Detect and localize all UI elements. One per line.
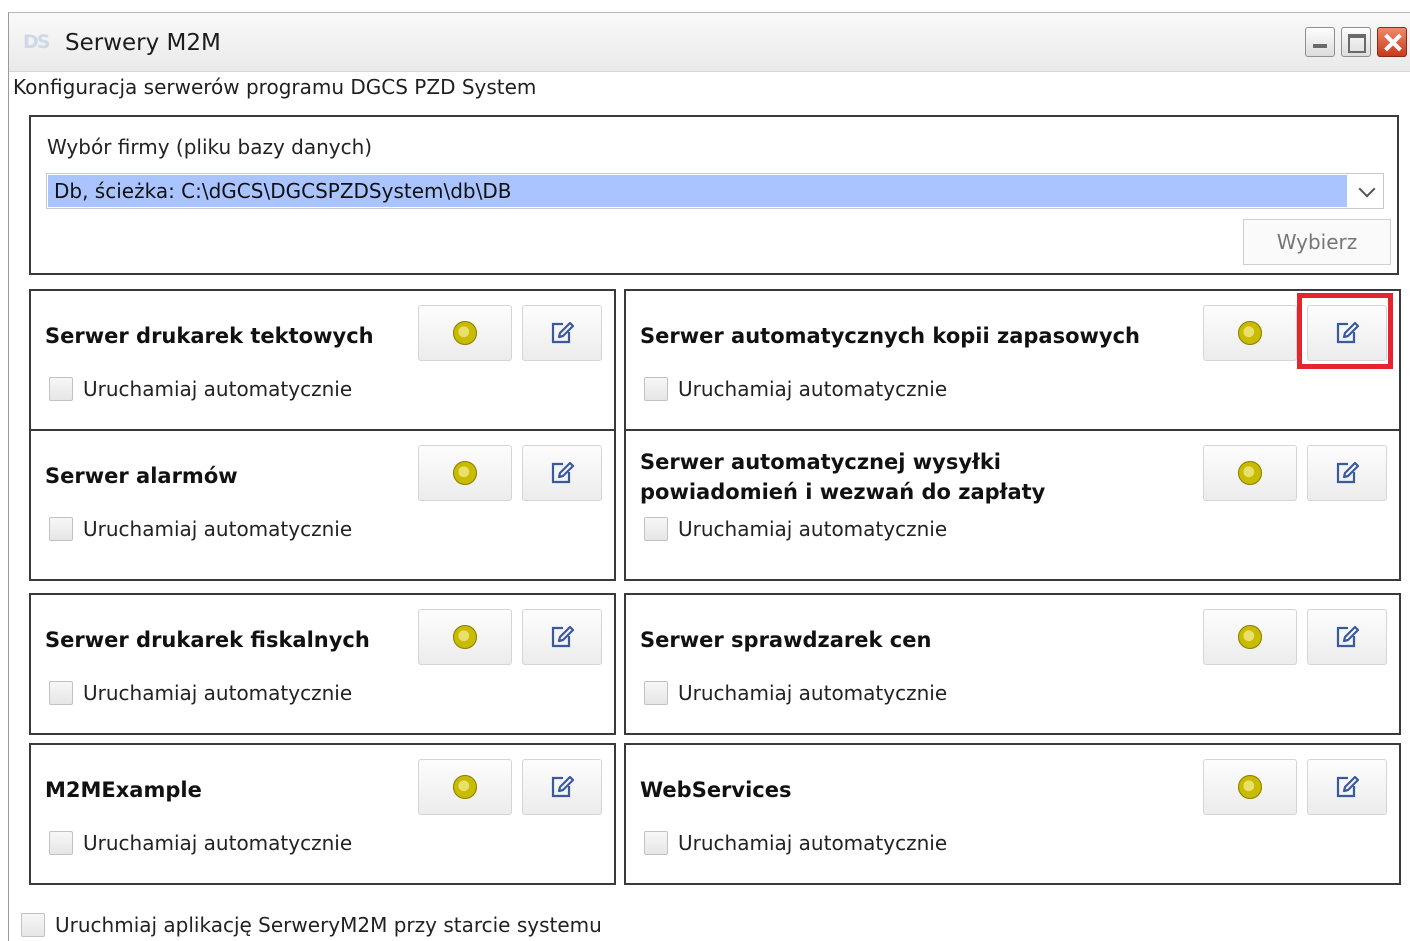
auto-start-label: Uruchamiaj automatycznie — [678, 377, 948, 401]
autostart-row: Uruchmiaj aplikację SerweryM2M przy star… — [21, 913, 602, 937]
start-server-button[interactable] — [418, 609, 512, 665]
start-server-button[interactable] — [418, 445, 512, 501]
auto-start-label: Uruchamiaj automatycznie — [83, 681, 353, 705]
auto-start-row: Uruchamiaj automatycznie — [644, 681, 947, 705]
start-server-button[interactable] — [418, 305, 512, 361]
server-title: Serwer alarmów — [45, 464, 238, 488]
auto-start-label: Uruchamiaj automatycznie — [678, 831, 948, 855]
auto-start-checkbox[interactable] — [644, 377, 668, 401]
server-panel: Serwer automatycznej wysyłki powiadomień… — [624, 429, 1401, 581]
edit-server-button[interactable] — [1307, 445, 1387, 501]
auto-start-row: Uruchamiaj automatycznie — [49, 517, 352, 541]
yellow-dot-icon — [453, 625, 477, 649]
auto-start-row: Uruchamiaj automatycznie — [49, 681, 352, 705]
minimize-button[interactable] — [1305, 27, 1335, 57]
edit-pencil-icon — [1336, 625, 1360, 648]
yellow-dot-icon — [1238, 461, 1262, 485]
edit-pencil-icon — [551, 321, 575, 344]
choose-button[interactable]: Wybierz — [1243, 219, 1391, 265]
auto-start-label: Uruchamiaj automatycznie — [83, 517, 353, 541]
auto-start-checkbox[interactable] — [49, 831, 73, 855]
edit-server-button[interactable] — [1307, 609, 1387, 665]
company-select-value: Db, ścieżka: C:\dGCS\DGCSPZDSystem\db\DB — [48, 175, 1347, 207]
edit-pencil-icon — [551, 775, 575, 798]
server-title: Serwer automatycznej wysyłki powiadomień… — [640, 450, 1046, 504]
yellow-dot-icon — [1238, 625, 1262, 649]
server-panel: Serwer sprawdzarek cen Uruchamiaj automat… — [624, 593, 1401, 735]
close-button[interactable] — [1377, 27, 1407, 57]
yellow-dot-icon — [453, 775, 477, 799]
auto-start-checkbox[interactable] — [49, 681, 73, 705]
auto-start-checkbox[interactable] — [644, 517, 668, 541]
server-panel: M2MExample Uruchamiaj automatycznie — [29, 743, 616, 885]
auto-start-row: Uruchamiaj automatycznie — [644, 377, 947, 401]
auto-start-checkbox[interactable] — [49, 377, 73, 401]
server-title: Serwer drukarek fiskalnych — [45, 628, 370, 652]
yellow-dot-icon — [453, 321, 477, 345]
edit-pencil-icon — [551, 625, 575, 648]
yellow-dot-icon — [1238, 775, 1262, 799]
auto-start-label: Uruchamiaj automatycznie — [678, 681, 948, 705]
server-title: Serwer sprawdzarek cen — [640, 628, 932, 652]
window-subtitle: Konfiguracja serwerów programu DGCS PZD … — [13, 75, 537, 99]
title-bar[interactable]: DS Serwery M2M — [9, 13, 1410, 72]
autostart-checkbox[interactable] — [21, 913, 45, 937]
edit-server-button[interactable] — [522, 305, 602, 361]
start-server-button[interactable] — [1203, 305, 1297, 361]
server-title: Serwer drukarek tektowych — [45, 324, 374, 348]
server-title: M2MExample — [45, 778, 202, 802]
start-server-button[interactable] — [418, 759, 512, 815]
company-picker-label: Wybór firmy (pliku bazy danych) — [47, 135, 373, 159]
yellow-dot-icon — [1238, 321, 1262, 345]
window-controls — [1305, 27, 1407, 57]
auto-start-label: Uruchamiaj automatycznie — [83, 377, 353, 401]
auto-start-row: Uruchamiaj automatycznie — [644, 831, 947, 855]
auto-start-checkbox[interactable] — [49, 517, 73, 541]
app-logo-icon: DS — [23, 31, 50, 53]
server-panel: Serwer alarmów Uruchamiaj automatycznie — [29, 429, 616, 581]
server-title: WebServices — [640, 778, 792, 802]
edit-server-button[interactable] — [522, 445, 602, 501]
yellow-dot-icon — [453, 461, 477, 485]
auto-start-label: Uruchamiaj automatycznie — [678, 517, 948, 541]
server-panel: Serwer drukarek fiskalnych Uruchamiaj aut… — [29, 593, 616, 735]
start-server-button[interactable] — [1203, 609, 1297, 665]
company-picker-group: Wybór firmy (pliku bazy danych) Db, ście… — [29, 115, 1399, 275]
maximize-button[interactable] — [1341, 27, 1371, 57]
window-title: Serwery M2M — [65, 30, 221, 56]
edit-server-button[interactable] — [1307, 759, 1387, 815]
start-server-button[interactable] — [1203, 445, 1297, 501]
edit-pencil-icon — [1336, 775, 1360, 798]
edit-server-button[interactable] — [522, 609, 602, 665]
edit-server-button[interactable] — [522, 759, 602, 815]
edit-pencil-icon — [1336, 461, 1360, 484]
server-panel: Serwer automatycznych kopii zapasowych Ur… — [624, 289, 1401, 431]
highlight-frame — [1297, 293, 1393, 369]
server-panel: WebServices Uruchamiaj automatycznie — [624, 743, 1401, 885]
auto-start-row: Uruchamiaj automatycznie — [49, 377, 352, 401]
start-server-button[interactable] — [1203, 759, 1297, 815]
edit-pencil-icon — [551, 461, 575, 484]
autostart-label: Uruchmiaj aplikację SerweryM2M przy star… — [55, 913, 602, 937]
auto-start-checkbox[interactable] — [644, 831, 668, 855]
servers-window: DS Serwery M2M Konfiguracja serwerów pro… — [8, 12, 1410, 941]
server-title: Serwer automatycznych kopii zapasowych — [640, 324, 1141, 348]
auto-start-row: Uruchamiaj automatycznie — [644, 517, 947, 541]
auto-start-checkbox[interactable] — [644, 681, 668, 705]
server-panel: Serwer drukarek tektowych Uruchamiaj auto… — [29, 289, 616, 431]
chevron-down-icon[interactable] — [1358, 180, 1376, 198]
auto-start-row: Uruchamiaj automatycznie — [49, 831, 352, 855]
auto-start-label: Uruchamiaj automatycznie — [83, 831, 353, 855]
company-select[interactable]: Db, ścieżka: C:\dGCS\DGCSPZDSystem\db\DB — [46, 173, 1384, 209]
